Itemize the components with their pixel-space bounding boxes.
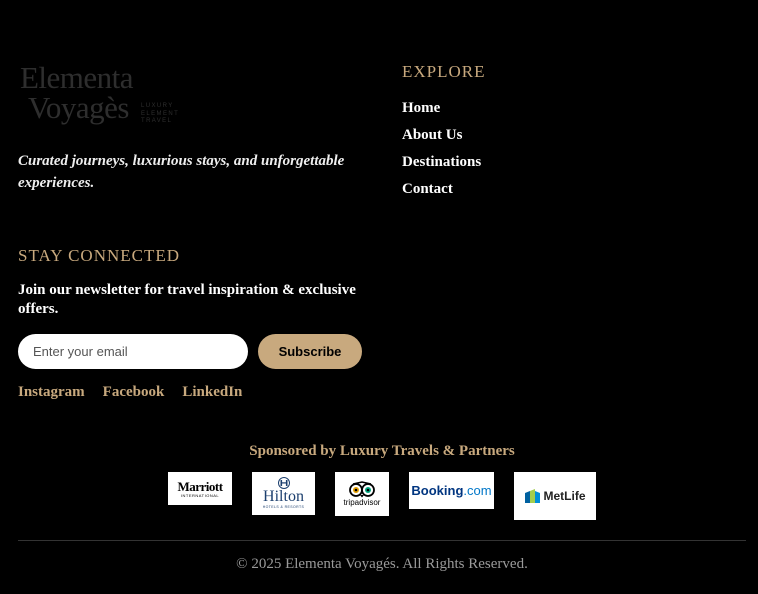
nav-link-contact[interactable]: Contact: [402, 181, 453, 197]
social-links: Instagram Facebook LinkedIn: [18, 384, 242, 401]
nav-link-home[interactable]: Home: [402, 100, 440, 116]
metlife-mark-icon: [524, 489, 540, 503]
nav-link-about[interactable]: About Us: [402, 127, 462, 143]
booking-dotcom: .com: [463, 483, 492, 498]
tripadvisor-logo[interactable]: tripadvisor: [335, 472, 389, 516]
linkedin-link[interactable]: LinkedIn: [182, 384, 242, 401]
stay-connected-heading: STAY CONNECTED: [18, 246, 181, 265]
explore-heading: EXPLORE: [402, 62, 486, 81]
marriott-sub: INTERNATIONAL: [180, 492, 220, 498]
instagram-link[interactable]: Instagram: [18, 384, 85, 401]
brand-logo: Elementa Voyagès LUXURY ELEMENT TRAVEL: [20, 62, 190, 132]
booking-wordmark: Booking: [411, 483, 464, 498]
subscribe-button[interactable]: Subscribe: [258, 334, 362, 369]
nav-item-destinations: Destinations: [402, 151, 481, 178]
facebook-link[interactable]: Facebook: [103, 384, 165, 401]
booking-logo[interactable]: Booking .com: [409, 472, 494, 509]
footer-divider: [18, 540, 746, 541]
nav-item-contact: Contact: [402, 178, 481, 205]
logo-line-2: Voyagès: [28, 90, 129, 125]
hilton-wordmark: Hilton: [263, 488, 304, 505]
explore-nav: Home About Us Destinations Contact: [402, 97, 481, 205]
email-input[interactable]: [18, 334, 248, 369]
sponsors-title: Sponsored by Luxury Travels & Partners: [249, 443, 515, 459]
marriott-wordmark: Marriott: [177, 478, 223, 494]
nav-item-home: Home: [402, 97, 481, 124]
hilton-sub: HOTELS & RESORTS: [262, 505, 305, 509]
hilton-logo[interactable]: Hilton HOTELS & RESORTS: [252, 472, 315, 515]
marriott-logo[interactable]: Marriott INTERNATIONAL: [168, 472, 232, 505]
logo-tagline: LUXURY ELEMENT TRAVEL: [141, 103, 180, 124]
tripadvisor-wordmark: tripadvisor: [343, 498, 381, 507]
tripadvisor-owl-icon: [349, 481, 375, 498]
metlife-logo[interactable]: MetLife: [514, 472, 596, 520]
brand-tagline: Curated journeys, luxurious stays, and u…: [18, 153, 345, 191]
nav-item-about: About Us: [402, 124, 481, 151]
newsletter-text: Join our newsletter for travel inspirati…: [18, 282, 356, 317]
nav-link-destinations[interactable]: Destinations: [402, 154, 481, 170]
metlife-wordmark: MetLife: [543, 489, 586, 503]
copyright-text: © 2025 Elementa Voyagés. All Rights Rese…: [236, 556, 528, 572]
